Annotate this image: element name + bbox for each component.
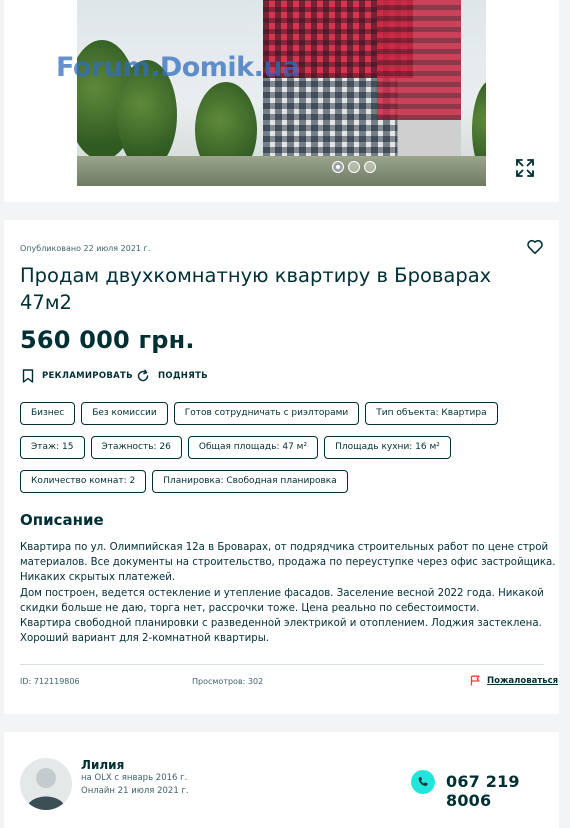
- seller-name[interactable]: Лилия: [81, 758, 124, 772]
- description-line: Дом построен, ведется остекление и утепл…: [20, 587, 544, 599]
- published-date: Опубликовано 22 июля 2021 г.: [20, 244, 151, 253]
- seller-since: на OLX с январь 2016 г.: [81, 773, 188, 783]
- description-line: скидки больше не даю, торга нет, рассроч…: [20, 602, 480, 614]
- tag-row: Бизнес Без комиссии Готов сотрудничать с…: [20, 402, 498, 425]
- report-label: Пожаловаться: [487, 675, 559, 686]
- phone-icon[interactable]: [411, 770, 435, 794]
- views-count: Просмотров: 302: [192, 677, 264, 686]
- heart-icon[interactable]: [526, 238, 544, 256]
- tag-row: Количество комнат: 2 Планировка: Свободн…: [20, 470, 348, 493]
- avatar[interactable]: [20, 758, 72, 810]
- tag-kitchen-area: Площадь кухни: 16 м²: [324, 436, 451, 459]
- promote-label: РЕКЛАМИРОВАТЬ: [42, 371, 133, 381]
- listing-photo[interactable]: [77, 0, 486, 186]
- ad-price: 560 000 грн.: [20, 326, 195, 354]
- bookmark-flag-icon: [22, 369, 34, 383]
- description-heading: Описание: [20, 511, 104, 529]
- seller-online: Онлайн 21 июля 2021 г.: [81, 786, 189, 796]
- tag-business: Бизнес: [20, 402, 76, 425]
- promote-button[interactable]: РЕКЛАМИРОВАТЬ: [22, 369, 133, 383]
- tag-floor: Этаж: 15: [20, 436, 85, 459]
- description-text: Квартира по ул. Олимпийская 12а в Бровар…: [20, 540, 556, 646]
- tag-floors-total: Этажность: 26: [90, 436, 182, 459]
- description-line: Квартира свободной планировки с разведен…: [20, 618, 542, 630]
- expand-icon[interactable]: [514, 157, 536, 179]
- tag-total-area: Общая площадь: 47 м²: [187, 436, 319, 459]
- seller-card: Лилия на OLX с январь 2016 г. Онлайн 21 …: [4, 732, 559, 828]
- watermark: Forum.Domik.ua: [56, 52, 300, 83]
- ad-title: Продам двухкомнатную квартиру в Броварах…: [20, 264, 492, 314]
- tag-rooms: Количество комнат: 2: [20, 470, 147, 493]
- description-line: Никаких скрытых платежей.: [20, 572, 176, 584]
- raise-button[interactable]: ПОДНЯТЬ: [136, 369, 208, 383]
- gallery-card: Forum.Domik.ua: [4, 0, 559, 202]
- description-line: Хороший вариант для 2-комнатной квартиры…: [20, 633, 270, 645]
- description-line: Квартира по ул. Олимпийская 12а в Бровар…: [20, 542, 549, 553]
- carousel-dot[interactable]: [348, 161, 360, 173]
- carousel-indicator: [332, 161, 376, 173]
- refresh-icon: [137, 369, 149, 382]
- tag-no-commission: Без комиссии: [81, 402, 168, 425]
- description-line: материалов. Все документы на строительст…: [20, 557, 556, 569]
- raise-label: ПОДНЯТЬ: [158, 371, 208, 381]
- tag-realtors: Готов сотрудничать с риэлторами: [173, 402, 360, 425]
- tag-row: Этаж: 15 Этажность: 26 Общая площадь: 47…: [20, 436, 451, 459]
- user-avatar-icon: [26, 768, 66, 810]
- phone-number[interactable]: 067 219 8006: [446, 772, 559, 810]
- tag-layout: Планировка: Свободная планировка: [152, 470, 348, 493]
- ad-details-card: Опубликовано 22 июля 2021 г. Продам двух…: [4, 220, 559, 714]
- carousel-dot[interactable]: [332, 161, 344, 173]
- tag-object-type: Тип объекта: Квартира: [365, 402, 498, 425]
- divider: [20, 664, 544, 665]
- carousel-dot[interactable]: [364, 161, 376, 173]
- flag-icon: [470, 675, 480, 686]
- report-link[interactable]: Пожаловаться: [470, 675, 558, 686]
- ad-id: ID: 712119806: [20, 677, 80, 686]
